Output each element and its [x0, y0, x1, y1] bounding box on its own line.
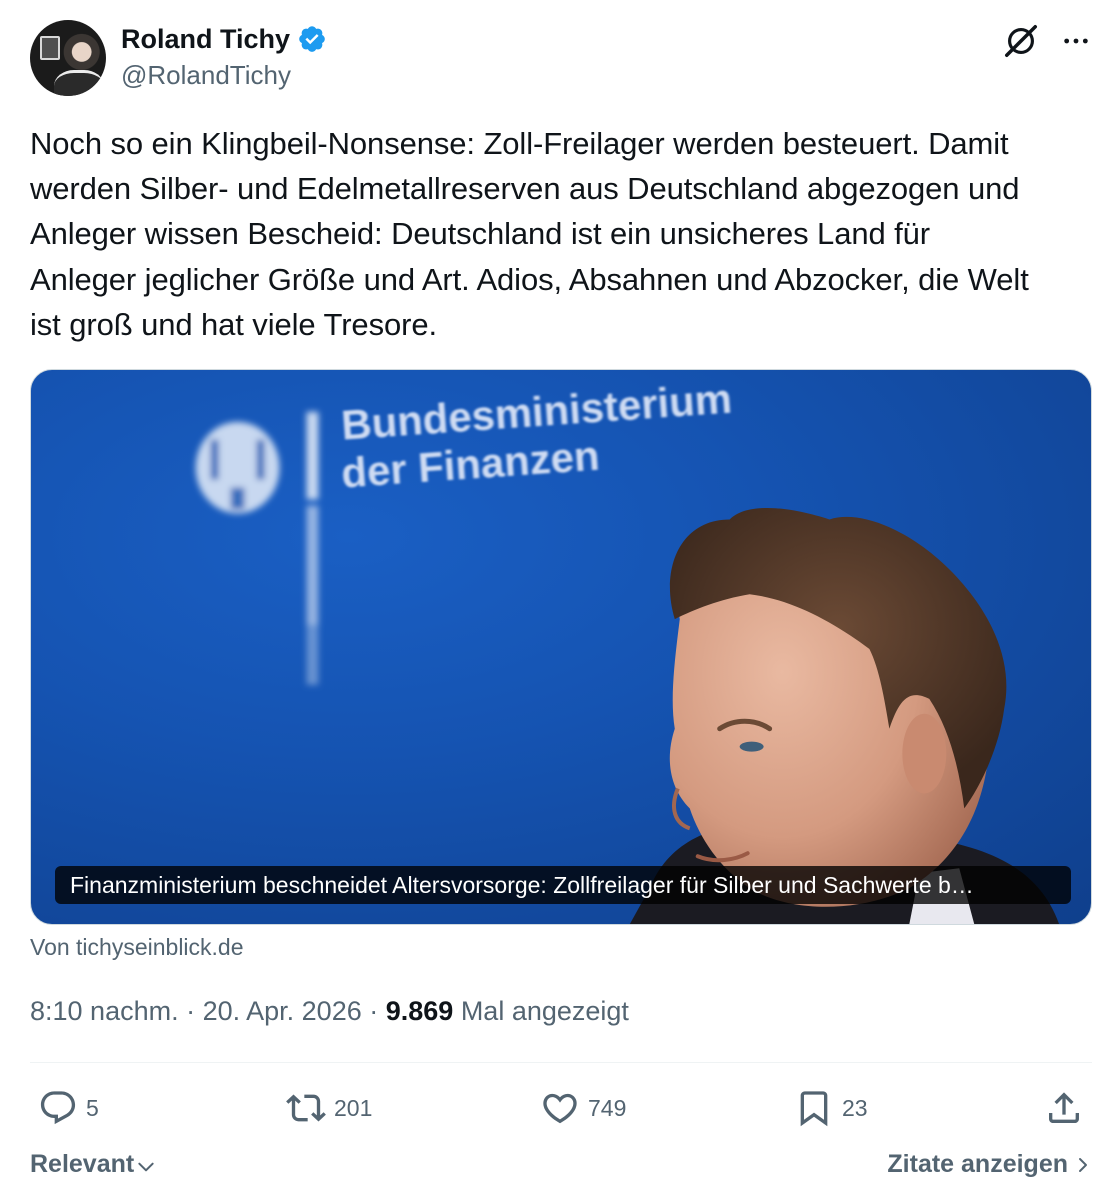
- card-photo: Bundesministerium der Finanzen: [195, 375, 1060, 924]
- quotes-label: Zitate anzeigen: [887, 1150, 1068, 1178]
- reply-icon: [40, 1091, 76, 1125]
- grok-icon[interactable]: [1002, 22, 1040, 60]
- avatar-shirt: [54, 70, 104, 96]
- card-caption[interactable]: Finanzministerium beschneidet Altersvors…: [55, 866, 1071, 904]
- avatar-picture-frame: [40, 36, 60, 60]
- divider: [30, 1062, 1092, 1063]
- tweet-text: Noch so ein Klingbeil-Nonsense: Zoll-Fre…: [30, 126, 1029, 342]
- like-count: 749: [588, 1094, 627, 1121]
- tweet-header: Roland Tichy @RolandTichy: [30, 20, 1092, 98]
- meta-separator: ·: [361, 996, 386, 1026]
- chevron-down-icon: [138, 1162, 154, 1171]
- author-name[interactable]: Roland Tichy: [121, 24, 290, 55]
- reply-button[interactable]: 5: [38, 1083, 99, 1133]
- author-handle[interactable]: @RolandTichy: [121, 60, 291, 91]
- share-icon: [1049, 1092, 1079, 1123]
- repost-button[interactable]: 201: [286, 1083, 372, 1133]
- tweet-date[interactable]: 20. Apr. 2026: [203, 996, 362, 1026]
- repost-icon: [286, 1094, 326, 1122]
- chevron-right-icon: [1079, 1157, 1087, 1172]
- like-button[interactable]: 749: [540, 1083, 626, 1133]
- views-label: Mal angezeigt: [453, 996, 629, 1026]
- link-card[interactable]: Bundesministerium der Finanzen Finanzmin…: [30, 369, 1092, 925]
- reply-count: 5: [86, 1094, 99, 1121]
- ministry-sign: [195, 411, 319, 685]
- bookmark-count: 23: [842, 1094, 868, 1121]
- like-icon: [543, 1093, 577, 1124]
- bookmark-icon: [800, 1091, 828, 1127]
- view-quotes-link[interactable]: Zitate anzeigen: [887, 1150, 1092, 1179]
- author-name-row[interactable]: Roland Tichy: [121, 22, 327, 56]
- reply-footer: Relevant Zitate anzeigen: [30, 1150, 1092, 1186]
- verified-badge-icon[interactable]: [297, 24, 327, 54]
- tweet-time[interactable]: 8:10 nachm.: [30, 996, 179, 1026]
- card-source[interactable]: Von tichyseinblick.de: [30, 934, 244, 961]
- view-count: 9.869: [385, 996, 454, 1026]
- more-icon[interactable]: [1060, 22, 1092, 60]
- sort-label: Relevant: [30, 1150, 135, 1178]
- action-bar: 5 201 749 23: [30, 1083, 1092, 1133]
- sort-relevant-dropdown[interactable]: Relevant: [30, 1150, 156, 1179]
- meta-separator: ·: [178, 996, 203, 1026]
- share-button[interactable]: [1044, 1083, 1084, 1133]
- tweet-meta: 8:10 nachm. · 20. Apr. 2026 · 9.869 Mal …: [30, 996, 629, 1027]
- avatar[interactable]: [30, 20, 106, 96]
- bookmark-button[interactable]: 23: [794, 1083, 868, 1133]
- repost-count: 201: [334, 1094, 373, 1121]
- person-portrait: [629, 507, 1060, 924]
